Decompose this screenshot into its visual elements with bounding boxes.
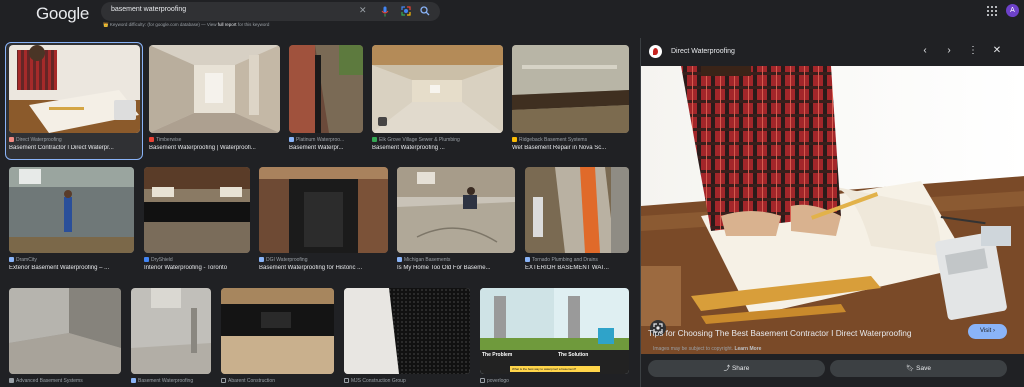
result-tile[interactable]: Michigan Basements Is My Home Too Old Fo… bbox=[397, 167, 515, 277]
result-thumbnail[interactable] bbox=[149, 45, 280, 133]
result-source: DGI Waterproofing bbox=[259, 257, 388, 263]
semrush-icon: 👑 bbox=[103, 22, 109, 27]
result-title[interactable]: Basement Waterpr... bbox=[289, 145, 363, 151]
result-title[interactable]: Exterior Basement Waterproofing – ... bbox=[9, 265, 134, 271]
preview-site-name[interactable]: Direct Waterproofing bbox=[671, 48, 735, 55]
result-tile[interactable]: Platinum Waterproo... Basement Waterpr..… bbox=[289, 45, 363, 157]
result-source: Elk Grove Village Sewer & Plumbing bbox=[372, 137, 503, 143]
result-source: Abarent Construction bbox=[221, 378, 334, 384]
result-thumbnail[interactable] bbox=[525, 167, 629, 253]
result-title[interactable]: EXTERIOR BASEMENT WAT... bbox=[525, 265, 629, 271]
next-icon[interactable]: › bbox=[943, 45, 955, 57]
kd-db: (for google.com database) — View bbox=[147, 22, 217, 27]
result-tile[interactable]: Basement Waterproofing bbox=[131, 288, 211, 387]
result-title[interactable]: Basement Contractor I Direct Waterpr... bbox=[9, 145, 140, 151]
learn-more-link[interactable]: Learn More bbox=[734, 346, 761, 352]
more-options-icon[interactable]: ⋮ bbox=[967, 45, 979, 57]
close-icon[interactable]: ✕ bbox=[991, 45, 1003, 57]
result-source: Platinum Waterproo... bbox=[289, 137, 363, 143]
share-label: Share bbox=[731, 365, 750, 372]
result-thumbnail[interactable] bbox=[221, 288, 334, 374]
bookmark-icon: 🔖︎ bbox=[906, 365, 915, 372]
result-thumbnail[interactable] bbox=[144, 167, 250, 253]
result-thumbnail[interactable] bbox=[344, 288, 470, 374]
result-thumbnail[interactable] bbox=[372, 45, 503, 133]
search-box[interactable]: basement waterproofing ✕ bbox=[101, 2, 440, 21]
share-button[interactable]: ⤴ Share bbox=[648, 360, 825, 377]
kd-label: Keyword difficulty: bbox=[109, 22, 147, 27]
preview-panel: Direct Waterproofing ‹ › ⋮ ✕ Tips for Ch… bbox=[640, 38, 1024, 387]
visit-label: Visit bbox=[980, 328, 992, 334]
result-source: Michigan Basements bbox=[397, 257, 515, 263]
result-title[interactable]: Basement Waterproofing | Waterproofi... bbox=[149, 145, 280, 151]
result-tile[interactable]: DramCity Exterior Basement Waterproofing… bbox=[9, 167, 134, 277]
preview-image[interactable] bbox=[641, 66, 1024, 354]
result-title[interactable]: Basement Waterproofing for Historic ... bbox=[259, 265, 388, 271]
apps-grid-icon[interactable] bbox=[987, 6, 997, 16]
result-thumbnail[interactable] bbox=[9, 167, 134, 253]
google-images-page: Google basement waterproofing ✕ 👑 Keywor… bbox=[0, 0, 1024, 387]
microphone-icon[interactable] bbox=[381, 6, 389, 17]
result-source: Timberwise bbox=[149, 137, 280, 143]
result-title[interactable]: Is My Home Too Old For Baseme... bbox=[397, 265, 515, 271]
top-bar: Google basement waterproofing ✕ 👑 Keywor… bbox=[0, 0, 1024, 38]
solution-label: The Solution bbox=[558, 352, 589, 358]
result-title[interactable]: Wet Basement Repair in Nova Sc... bbox=[512, 145, 629, 151]
problem-label: The Problem bbox=[482, 352, 513, 358]
result-tile[interactable]: Tornado Plumbing and Drains EXTERIOR BAS… bbox=[525, 167, 629, 277]
result-thumbnail[interactable]: The Problem The Solution What is the bes… bbox=[480, 288, 629, 374]
site-favicon bbox=[649, 45, 662, 58]
chevron-right-icon: › bbox=[992, 328, 995, 334]
result-thumbnail[interactable] bbox=[512, 45, 629, 133]
result-thumbnail[interactable] bbox=[259, 167, 388, 253]
result-title[interactable]: Interior Waterproofing - Toronto bbox=[144, 265, 250, 271]
preview-title[interactable]: Tips for Choosing The Best Basement Cont… bbox=[648, 328, 911, 338]
preview-header: Direct Waterproofing ‹ › ⋮ ✕ bbox=[641, 38, 1024, 66]
result-tile[interactable]: Elk Grove Village Sewer & Plumbing Basem… bbox=[372, 45, 503, 157]
share-icon: ⤴ bbox=[723, 365, 731, 372]
result-tile[interactable]: Abarent Construction bbox=[221, 288, 334, 387]
result-source: DryShield bbox=[144, 257, 250, 263]
result-tile[interactable]: DryShield Interior Waterproofing - Toron… bbox=[144, 167, 250, 277]
result-source: Tornado Plumbing and Drains bbox=[525, 257, 629, 263]
result-title[interactable]: Basement Waterproofing ... bbox=[372, 145, 503, 151]
clear-icon[interactable]: ✕ bbox=[359, 5, 367, 16]
result-source: Basement Waterproofing bbox=[131, 378, 211, 384]
result-source: DramCity bbox=[9, 257, 134, 263]
result-source: Ridgeback Basement Systems bbox=[512, 137, 629, 143]
result-tile[interactable]: MJS Construction Group bbox=[344, 288, 470, 387]
copyright-text: Images may be subject to copyright. bbox=[653, 346, 734, 352]
result-thumbnail[interactable] bbox=[397, 167, 515, 253]
search-input[interactable]: basement waterproofing bbox=[111, 6, 186, 13]
visit-button[interactable]: Visit › bbox=[968, 324, 1007, 339]
result-tile[interactable]: The Problem The Solution What is the bes… bbox=[480, 288, 629, 387]
diagram-caption: What is the best way to waterproof a bas… bbox=[512, 367, 577, 371]
save-button[interactable]: 🔖︎ Save bbox=[830, 360, 1007, 377]
result-thumbnail[interactable] bbox=[9, 45, 140, 133]
lens-icon[interactable] bbox=[401, 6, 411, 16]
result-tile[interactable]: DGI Waterproofing Basement Waterproofing… bbox=[259, 167, 388, 277]
kd-suffix: for this keyword bbox=[237, 22, 270, 27]
result-source: Direct Waterproofing bbox=[9, 137, 140, 143]
save-label: Save bbox=[916, 365, 931, 372]
result-source: Advanced Basement Systems bbox=[9, 378, 121, 384]
result-tile[interactable]: Ridgeback Basement Systems Wet Basement … bbox=[512, 45, 629, 157]
copyright-notice: Images may be subject to copyright. Lear… bbox=[653, 346, 761, 352]
account-avatar[interactable]: A bbox=[1006, 4, 1019, 17]
result-tile[interactable]: Advanced Basement Systems bbox=[9, 288, 121, 387]
full-report-link[interactable]: full report bbox=[218, 22, 237, 27]
result-source: MJS Construction Group bbox=[344, 378, 470, 384]
result-thumbnail[interactable] bbox=[9, 288, 121, 374]
keyword-difficulty-bar: 👑 Keyword difficulty: (for google.com da… bbox=[103, 22, 269, 28]
result-source: poverlogo bbox=[480, 378, 629, 384]
result-tile[interactable]: Timberwise Basement Waterproofing | Wate… bbox=[149, 45, 280, 157]
result-tile[interactable]: Direct Waterproofing Basement Contractor… bbox=[9, 45, 140, 157]
result-thumbnail[interactable] bbox=[131, 288, 211, 374]
google-logo[interactable]: Google bbox=[36, 4, 89, 24]
previous-icon[interactable]: ‹ bbox=[919, 45, 931, 57]
search-icon[interactable] bbox=[420, 6, 430, 16]
result-thumbnail[interactable] bbox=[289, 45, 363, 133]
